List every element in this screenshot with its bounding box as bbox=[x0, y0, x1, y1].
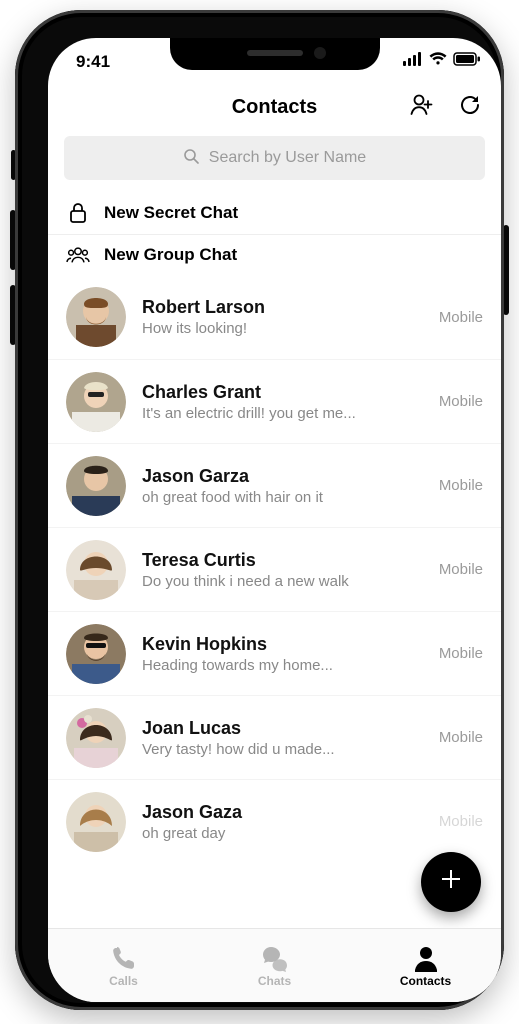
avatar bbox=[66, 372, 126, 432]
contact-message: oh great day bbox=[142, 825, 423, 842]
wifi-icon bbox=[429, 52, 447, 66]
avatar bbox=[66, 624, 126, 684]
contact-name: Charles Grant bbox=[142, 382, 423, 403]
contact-message: Very tasty! how did u made... bbox=[142, 741, 423, 758]
contact-row[interactable]: Teresa Curtis Do you think i need a new … bbox=[48, 527, 501, 611]
new-secret-chat[interactable]: New Secret Chat bbox=[48, 192, 501, 235]
contact-message: oh great food with hair on it bbox=[142, 489, 423, 506]
tab-label: Calls bbox=[109, 974, 138, 988]
add-button[interactable] bbox=[421, 852, 481, 912]
contact-badge: Mobile bbox=[439, 477, 483, 494]
action-label: New Group Chat bbox=[104, 245, 237, 265]
new-group-chat[interactable]: New Group Chat bbox=[48, 235, 501, 275]
notch bbox=[170, 38, 380, 70]
avatar bbox=[66, 287, 126, 347]
tab-contacts[interactable]: Contacts bbox=[350, 929, 501, 1002]
lock-icon bbox=[66, 202, 90, 224]
battery-icon bbox=[453, 52, 481, 66]
contact-badge: Mobile bbox=[439, 729, 483, 746]
contact-row[interactable]: Robert Larson How its looking! Mobile bbox=[48, 275, 501, 359]
contact-row[interactable]: Charles Grant It's an electric drill! yo… bbox=[48, 359, 501, 443]
contact-name: Kevin Hopkins bbox=[142, 634, 423, 655]
contact-row[interactable]: Jason Garza oh great food with hair on i… bbox=[48, 443, 501, 527]
contact-message: Heading towards my home... bbox=[142, 657, 423, 674]
contact-badge: Mobile bbox=[439, 561, 483, 578]
plus-icon bbox=[439, 865, 463, 899]
search-input[interactable]: Search by User Name bbox=[64, 136, 485, 180]
contact-name: Jason Gaza bbox=[142, 802, 423, 823]
contact-name: Teresa Curtis bbox=[142, 550, 423, 571]
add-contact-button[interactable] bbox=[409, 92, 435, 118]
contact-badge: Mobile bbox=[439, 645, 483, 662]
avatar bbox=[66, 456, 126, 516]
contact-message: Do you think i need a new walk bbox=[142, 573, 423, 590]
contact-list: Robert Larson How its looking! Mobile Ch… bbox=[48, 275, 501, 863]
contact-message: It's an electric drill! you get me... bbox=[142, 405, 423, 422]
contact-name: Robert Larson bbox=[142, 297, 423, 318]
contact-badge: Mobile bbox=[439, 309, 483, 326]
tab-chats[interactable]: Chats bbox=[199, 929, 350, 1002]
page-title: Contacts bbox=[232, 96, 318, 119]
avatar bbox=[66, 540, 126, 600]
search-placeholder: Search by User Name bbox=[209, 149, 366, 167]
contact-row[interactable]: Kevin Hopkins Heading towards my home...… bbox=[48, 611, 501, 695]
status-time: 9:41 bbox=[76, 52, 110, 72]
contact-badge: Mobile bbox=[439, 813, 483, 830]
avatar bbox=[66, 708, 126, 768]
chat-icon bbox=[260, 944, 290, 972]
group-icon bbox=[66, 245, 90, 265]
search-icon bbox=[183, 148, 199, 169]
contact-name: Joan Lucas bbox=[142, 718, 423, 739]
signal-icon bbox=[403, 52, 423, 66]
refresh-button[interactable] bbox=[457, 92, 483, 118]
tab-label: Chats bbox=[258, 974, 291, 988]
contact-row[interactable]: Joan Lucas Very tasty! how did u made...… bbox=[48, 695, 501, 779]
header: Contacts bbox=[48, 82, 501, 132]
contact-message: How its looking! bbox=[142, 320, 423, 337]
contact-badge: Mobile bbox=[439, 393, 483, 410]
avatar bbox=[66, 792, 126, 852]
action-label: New Secret Chat bbox=[104, 203, 238, 223]
contacts-icon bbox=[413, 944, 439, 972]
phone-bezel: 9:41 Contacts bbox=[15, 10, 504, 1010]
contact-row[interactable]: Jason Gaza oh great day Mobile bbox=[48, 779, 501, 863]
tab-label: Contacts bbox=[400, 974, 451, 988]
contact-name: Jason Garza bbox=[142, 466, 423, 487]
tab-calls[interactable]: Calls bbox=[48, 929, 199, 1002]
screen: 9:41 Contacts bbox=[48, 38, 501, 1002]
tab-bar: Calls Chats Contacts bbox=[48, 928, 501, 1002]
phone-icon bbox=[110, 944, 138, 972]
